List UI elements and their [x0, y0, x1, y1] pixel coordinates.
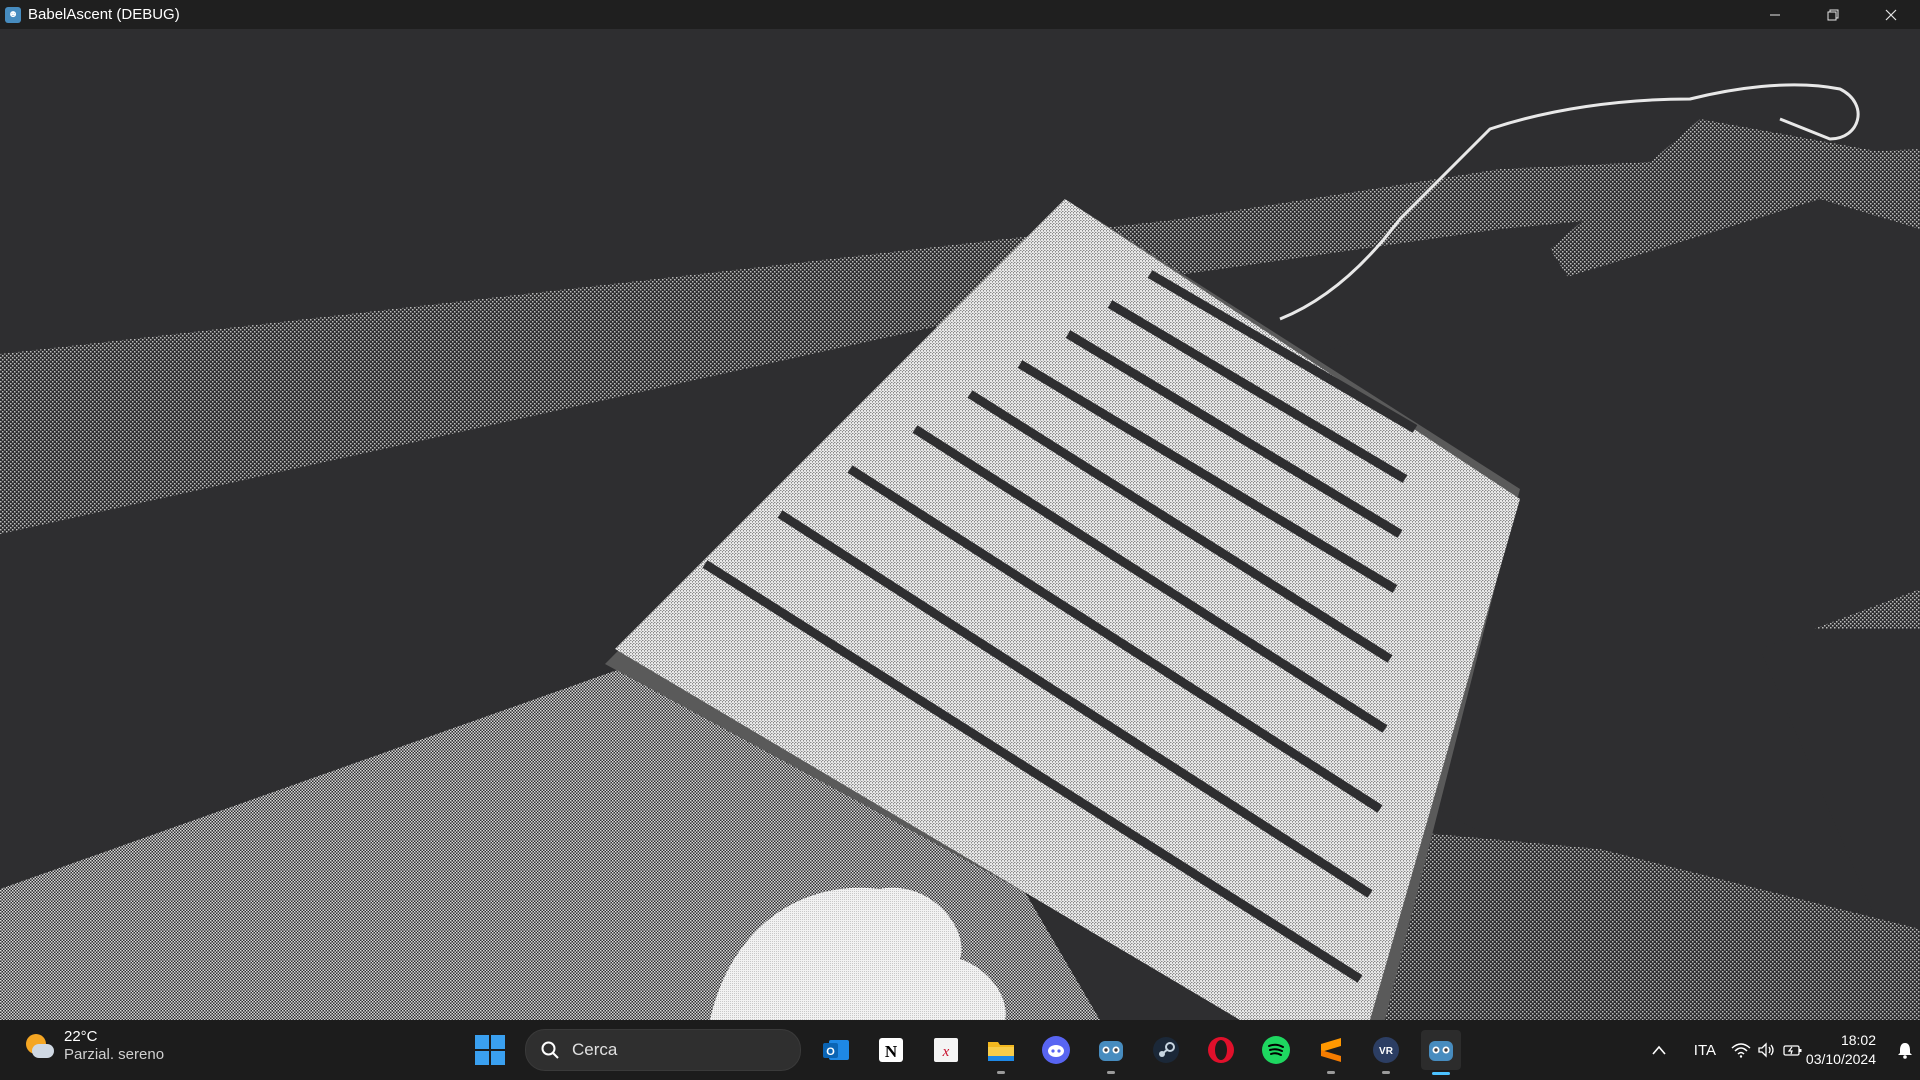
taskbar: 22°C Parzial. sereno O N x — [0, 1020, 1920, 1080]
svg-text:VR: VR — [1379, 1046, 1394, 1057]
language-indicator[interactable]: ITA — [1682, 1030, 1728, 1070]
chevron-up-icon — [1652, 1045, 1666, 1055]
restore-button[interactable] — [1804, 0, 1862, 29]
partly-cloudy-icon — [24, 1030, 56, 1062]
game-scene — [0, 83, 1920, 1020]
search-input[interactable] — [570, 1039, 774, 1061]
steam-icon[interactable] — [1146, 1030, 1186, 1070]
minimize-icon — [1770, 14, 1780, 15]
clock-date: 03/10/2024 — [1805, 1051, 1876, 1067]
weather-condition: Parzial. sereno — [64, 1046, 165, 1063]
godot-debug-icon[interactable] — [1421, 1030, 1461, 1075]
close-icon — [1885, 9, 1897, 20]
vr-icon[interactable]: VR — [1366, 1030, 1406, 1074]
spotify-icon[interactable] — [1256, 1030, 1296, 1070]
window-titlebar[interactable]: ☻ BabelAscent (DEBUG) — [0, 0, 1920, 29]
minimize-button[interactable] — [1746, 0, 1804, 29]
show-hidden-icons-button[interactable] — [1636, 1030, 1682, 1070]
battery-icon — [1783, 1045, 1802, 1056]
clock-time: 18:02 — [1840, 1032, 1876, 1048]
clock[interactable]: 18:02 03/10/2024 — [1806, 1030, 1876, 1070]
taskbar-search[interactable] — [525, 1029, 801, 1071]
wifi-icon — [1731, 1043, 1751, 1058]
godot-icon: ☻ — [5, 6, 21, 23]
notion-icon[interactable]: N — [871, 1030, 911, 1070]
weather-temperature: 22°C — [64, 1028, 98, 1045]
svg-text:O: O — [826, 1046, 835, 1058]
outlook-icon[interactable]: O — [816, 1030, 856, 1070]
godot-icon[interactable] — [1091, 1030, 1131, 1074]
quick-settings-button[interactable] — [1728, 1030, 1806, 1070]
volume-icon — [1758, 1042, 1774, 1058]
wolfram-icon[interactable]: x — [926, 1030, 966, 1070]
svg-text:N: N — [885, 1042, 898, 1061]
opera-icon[interactable] — [1201, 1030, 1241, 1070]
file-explorer-icon[interactable] — [981, 1030, 1021, 1074]
weather-widget[interactable]: 22°C Parzial. sereno — [24, 1028, 164, 1064]
game-viewport[interactable] — [0, 29, 1920, 1020]
windows-logo-icon — [475, 1035, 505, 1065]
window-controls — [1746, 0, 1920, 29]
notification-button[interactable] — [1890, 1030, 1920, 1070]
system-tray: ITA 18:02 03/10/2024 — [1636, 1020, 1920, 1080]
restore-icon — [1827, 9, 1839, 20]
taskbar-apps: O N x VR — [470, 1029, 1476, 1075]
close-button[interactable] — [1862, 0, 1920, 29]
start-button[interactable] — [470, 1030, 510, 1070]
window-title: BabelAscent (DEBUG) — [28, 6, 180, 23]
svg-text:x: x — [942, 1044, 950, 1060]
discord-icon[interactable] — [1036, 1030, 1076, 1070]
bell-icon — [1898, 1043, 1912, 1059]
sublime-icon[interactable] — [1311, 1030, 1351, 1074]
search-icon — [540, 1040, 560, 1060]
